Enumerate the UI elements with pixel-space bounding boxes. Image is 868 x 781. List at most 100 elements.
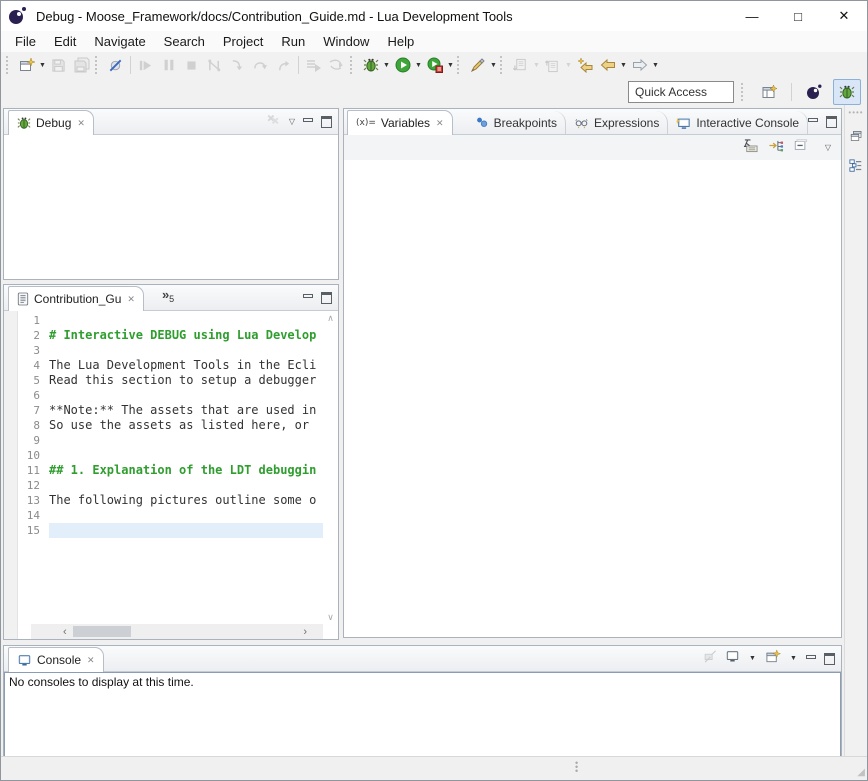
debug-button[interactable] — [359, 54, 382, 76]
minimized-views-rail: •••• — [844, 105, 867, 756]
step-return-button — [272, 54, 295, 76]
lua-perspective-button[interactable] — [800, 79, 828, 105]
vertical-scrollbar[interactable]: ∧ ∨ — [323, 311, 338, 639]
minimize-view-icon[interactable] — [806, 654, 816, 663]
skip-all-breakpoints-button[interactable] — [104, 54, 127, 76]
maximize-view-icon[interactable] — [321, 116, 332, 128]
tab-debug[interactable]: Debug ✕ — [8, 110, 94, 135]
editor-line: 5Read this section to setup a debugger — [18, 373, 323, 388]
restore-view-button[interactable] — [850, 129, 863, 147]
debug-view-header: Debug ✕ ▽ — [4, 109, 338, 135]
tab-breakpoints[interactable]: Breakpoints — [467, 111, 566, 134]
menu-edit[interactable]: Edit — [45, 32, 85, 51]
close-icon[interactable]: ✕ — [77, 118, 85, 129]
disconnect-icon — [207, 58, 222, 73]
maximize-view-icon[interactable] — [826, 116, 837, 128]
maximize-window-button[interactable]: □ — [775, 1, 821, 31]
horizontal-scrollbar[interactable]: ‹ › — [31, 624, 323, 639]
menu-navigate[interactable]: Navigate — [85, 32, 154, 51]
minimize-view-icon[interactable] — [808, 117, 818, 126]
variables-panel-window-icons — [808, 116, 843, 128]
last-edit-location-button[interactable] — [573, 54, 596, 76]
minimize-window-button[interactable]: — — [729, 1, 775, 31]
previous-annotation-dropdown: ▼ — [564, 54, 573, 76]
open-perspective-button[interactable] — [755, 79, 783, 105]
close-icon[interactable]: ✕ — [127, 294, 135, 305]
status-drag-handle[interactable]: ••• — [575, 761, 578, 773]
previous-annotation-button — [541, 54, 564, 76]
maximize-view-icon[interactable] — [321, 292, 332, 304]
tab-contribution-guide[interactable]: Contribution_Gu ✕ — [8, 286, 144, 311]
scroll-up-icon[interactable]: ∧ — [327, 313, 334, 324]
back-dropdown[interactable]: ▼ — [619, 54, 628, 76]
display-console-dropdown[interactable]: ▼ — [748, 648, 757, 670]
open-console-dropdown[interactable]: ▼ — [789, 648, 798, 670]
next-annotation-icon — [513, 58, 528, 73]
debug-view-panel: Debug ✕ ▽ — [3, 108, 339, 280]
debug-view-content — [4, 135, 338, 278]
run-dropdown[interactable]: ▼ — [414, 54, 423, 76]
collapse-all-button[interactable] — [793, 138, 808, 157]
window-resize-grip[interactable]: ◢ — [857, 767, 865, 778]
new-wizard-dropdown[interactable]: ▼ — [38, 54, 47, 76]
resume-button — [134, 54, 157, 76]
hidden-editors-chevron[interactable]: »5 — [162, 287, 174, 302]
show-logical-structures-button[interactable] — [768, 138, 784, 158]
close-window-button[interactable]: ✕ — [821, 1, 867, 31]
console-content[interactable]: No consoles to display at this time. — [4, 672, 841, 758]
show-type-names-button[interactable] — [742, 138, 759, 158]
editor-line: 9 — [18, 433, 323, 448]
debug-dropdown[interactable]: ▼ — [382, 54, 391, 76]
minimize-view-icon[interactable] — [303, 293, 313, 302]
skip-all-breakpoints-icon — [108, 58, 123, 73]
tab-expressions[interactable]: Expressions — [566, 111, 668, 134]
quick-access-input[interactable] — [628, 81, 734, 103]
display-selected-console-button[interactable] — [725, 649, 740, 668]
step-over-icon — [253, 58, 268, 73]
forward-button[interactable] — [628, 54, 651, 76]
toolbar-drag-handle — [6, 56, 11, 74]
open-console-button[interactable] — [765, 649, 781, 669]
editor-line: 6 — [18, 388, 323, 403]
view-menu-icon[interactable]: ▽ — [825, 144, 831, 152]
tab-interactive-console[interactable]: Interactive Console — [668, 111, 808, 134]
debug-perspective-button[interactable] — [833, 79, 861, 105]
debug-view-toolbar: ▽ — [266, 112, 338, 131]
scroll-right-icon[interactable]: › — [303, 626, 307, 638]
menu-project[interactable]: Project — [214, 32, 272, 51]
scroll-left-icon[interactable]: ‹ — [63, 626, 67, 638]
rail-drag-handle[interactable]: •••• — [848, 108, 863, 117]
horizontal-scroll-thumb[interactable] — [73, 626, 131, 637]
variables-view-toolbar: ▽ — [344, 135, 841, 161]
editor-current-line: 15 — [18, 523, 323, 538]
window-title: Debug - Moose_Framework/docs/Contributio… — [36, 9, 513, 24]
maximize-view-icon[interactable] — [824, 653, 835, 665]
external-tools-button[interactable] — [423, 54, 446, 76]
close-icon[interactable]: ✕ — [436, 118, 444, 129]
editor-text-area[interactable]: 1 2# Interactive DEBUG using Lua Develop… — [18, 311, 323, 538]
menu-help[interactable]: Help — [378, 32, 423, 51]
menu-run[interactable]: Run — [272, 32, 314, 51]
run-button[interactable] — [391, 54, 414, 76]
debug-bug-icon — [363, 57, 379, 73]
menu-window[interactable]: Window — [314, 32, 378, 51]
tab-variables[interactable]: (x)= Variables ✕ — [347, 110, 453, 135]
debug-bug-icon — [17, 116, 31, 130]
launch-tool-dropdown[interactable]: ▼ — [489, 54, 498, 76]
forward-dropdown[interactable]: ▼ — [651, 54, 660, 76]
external-tools-dropdown[interactable]: ▼ — [446, 54, 455, 76]
new-wizard-button[interactable] — [15, 54, 38, 76]
menu-search[interactable]: Search — [155, 32, 214, 51]
tab-console[interactable]: Console ✕ — [8, 647, 104, 672]
step-into-button — [226, 54, 249, 76]
close-icon[interactable]: ✕ — [87, 655, 95, 666]
outline-view-button[interactable] — [849, 159, 863, 178]
minimize-view-icon[interactable] — [303, 117, 313, 126]
editor-line: 2# Interactive DEBUG using Lua Develop — [18, 328, 323, 343]
editor-body[interactable]: 1 2# Interactive DEBUG using Lua Develop… — [4, 311, 338, 639]
scroll-down-icon[interactable]: ∨ — [327, 612, 334, 623]
launch-tool-button[interactable] — [466, 54, 489, 76]
view-menu-icon[interactable]: ▽ — [289, 118, 295, 126]
back-button[interactable] — [596, 54, 619, 76]
menu-file[interactable]: File — [6, 32, 45, 51]
